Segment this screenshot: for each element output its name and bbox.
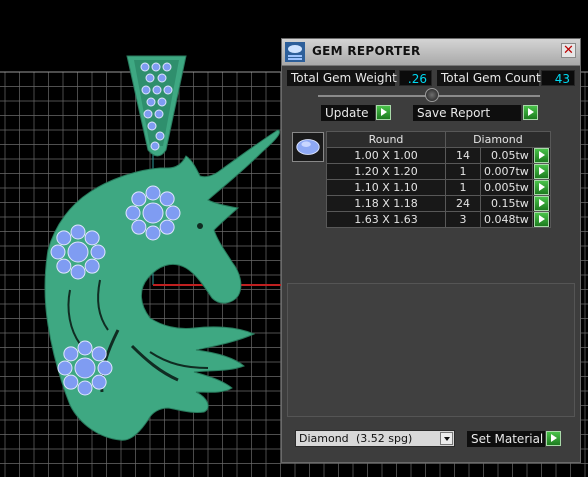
material-value: Diamond	[299, 432, 349, 445]
gem	[90, 244, 106, 260]
set-material-button[interactable]: Set Material	[467, 431, 545, 447]
gem	[151, 62, 161, 72]
dropdown-arrow-icon[interactable]	[440, 432, 453, 445]
gem	[77, 380, 93, 396]
gem	[159, 219, 175, 235]
play-icon[interactable]	[533, 196, 549, 211]
gem	[125, 205, 141, 221]
gem	[91, 374, 107, 390]
total-gem-count-label: Total Gem Count	[437, 70, 541, 86]
report-area	[287, 283, 575, 417]
total-gem-count-value: 43	[541, 70, 575, 86]
app-icon	[285, 42, 305, 62]
gem	[157, 73, 167, 83]
row-size: 1.10 X 1.10	[326, 179, 446, 196]
set-material-play-icon[interactable]	[546, 431, 561, 446]
update-button[interactable]: Update	[321, 105, 375, 121]
gem	[131, 191, 147, 207]
gem-icon	[292, 132, 324, 162]
material-spg: (3.52 spg)	[356, 432, 413, 445]
row-action[interactable]	[531, 179, 551, 196]
gem	[152, 85, 162, 95]
save-report-button[interactable]: Save Report	[413, 105, 521, 121]
gem	[165, 205, 181, 221]
gem	[70, 264, 86, 280]
row-action[interactable]	[531, 211, 551, 228]
gem	[159, 191, 175, 207]
pendant-bail	[126, 55, 187, 157]
row-action[interactable]	[531, 195, 551, 212]
gem	[146, 97, 156, 107]
gem	[141, 85, 151, 95]
gem	[163, 85, 173, 95]
table-row: 1.10 X 1.10 1 0.005tw	[326, 179, 551, 196]
header-diamond: Diamond	[445, 131, 551, 148]
row-weight: 0.048tw	[480, 211, 533, 228]
table-row: 1.63 X 1.63 3 0.048tw	[326, 211, 551, 228]
gem	[162, 62, 172, 72]
row-size: 1.20 X 1.20	[326, 163, 446, 180]
gem-table: Round Diamond 1.00 X 1.00 14 0.05tw 1.20 X …	[326, 131, 551, 228]
gem	[70, 224, 86, 240]
window-title: GEM REPORTER	[312, 44, 421, 58]
row-weight: 0.007tw	[480, 163, 533, 180]
row-size: 1.63 X 1.63	[326, 211, 446, 228]
row-action[interactable]	[531, 163, 551, 180]
gem	[157, 97, 167, 107]
play-icon[interactable]	[533, 212, 549, 227]
gem	[155, 131, 165, 141]
slider-knob[interactable]	[425, 88, 439, 102]
gem	[97, 360, 113, 376]
gem	[142, 202, 164, 224]
gem	[63, 374, 79, 390]
gem	[91, 346, 107, 362]
gem	[131, 219, 147, 235]
gem	[145, 225, 161, 241]
gem	[140, 62, 150, 72]
play-icon[interactable]	[533, 164, 549, 179]
save-report-play-icon[interactable]	[523, 105, 538, 120]
table-row: 1.20 X 1.20 1 0.007tw	[326, 163, 551, 180]
row-size: 1.00 X 1.00	[326, 147, 446, 164]
gem	[57, 360, 73, 376]
row-count: 1	[445, 163, 481, 180]
gem-reporter-panel: GEM REPORTER ✕ Total Gem Weight .26 Tota…	[281, 38, 581, 463]
update-play-icon[interactable]	[376, 105, 391, 120]
gem	[74, 357, 96, 379]
total-gem-weight-label: Total Gem Weight	[287, 70, 397, 86]
row-size: 1.18 X 1.18	[326, 195, 446, 212]
row-count: 14	[445, 147, 481, 164]
gem	[84, 258, 100, 274]
gem	[84, 230, 100, 246]
gem	[145, 73, 155, 83]
gem	[50, 244, 66, 260]
row-count: 1	[445, 179, 481, 196]
title-bar[interactable]: GEM REPORTER ✕	[282, 39, 580, 66]
row-count: 3	[445, 211, 481, 228]
gem	[145, 185, 161, 201]
play-icon[interactable]	[533, 148, 549, 163]
table-row: 1.00 X 1.00 14 0.05tw	[326, 147, 551, 164]
row-weight: 0.15tw	[480, 195, 533, 212]
play-icon[interactable]	[533, 180, 549, 195]
row-action[interactable]	[531, 147, 551, 164]
header-round: Round	[326, 131, 446, 148]
row-count: 24	[445, 195, 481, 212]
gem	[63, 346, 79, 362]
gem	[147, 121, 157, 131]
row-weight: 0.005tw	[480, 179, 533, 196]
gem	[56, 258, 72, 274]
gem	[77, 340, 93, 356]
table-row: 1.18 X 1.18 24 0.15tw	[326, 195, 551, 212]
material-select[interactable]: Diamond (3.52 spg)	[295, 430, 455, 447]
gem	[150, 141, 160, 151]
close-icon[interactable]: ✕	[561, 43, 576, 58]
row-weight: 0.05tw	[480, 147, 533, 164]
total-gem-weight-value: .26	[399, 70, 432, 86]
gem	[154, 109, 164, 119]
gem	[143, 109, 153, 119]
gem	[56, 230, 72, 246]
gem	[67, 241, 89, 263]
